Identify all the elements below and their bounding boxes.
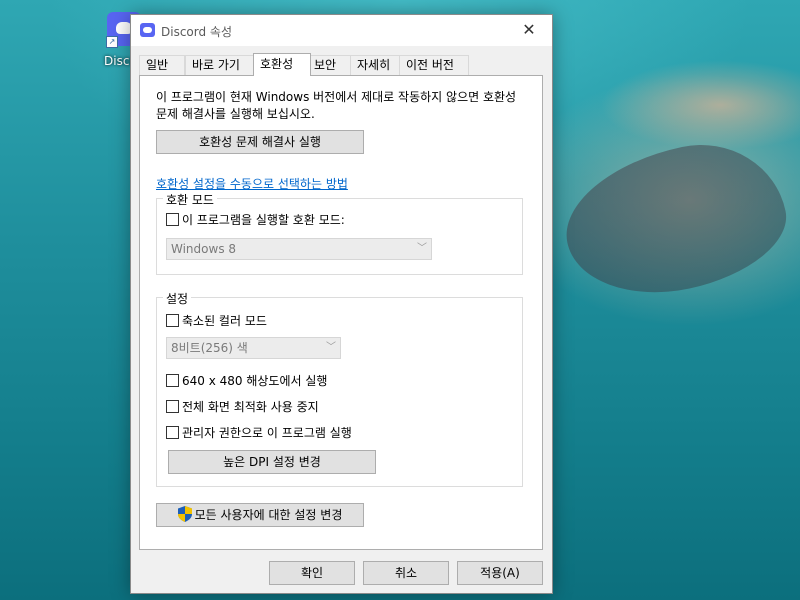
title-bar: Discord 속성 ✕ bbox=[131, 15, 552, 46]
checkbox-box bbox=[166, 213, 179, 226]
wallpaper-fin bbox=[552, 128, 798, 312]
tab-details[interactable]: 자세히 bbox=[350, 55, 404, 75]
compat-mode-group: 호환 모드 이 프로그램을 실행할 호환 모드: Windows 8 ﹀ bbox=[156, 191, 523, 275]
ok-button[interactable]: 확인 bbox=[269, 561, 355, 585]
color-mode-select[interactable]: 8비트(256) 색 ﹀ bbox=[166, 337, 341, 359]
intro-text: 이 프로그램이 현재 Windows 버전에서 제대로 작동하지 않으면 호환성… bbox=[156, 90, 517, 121]
checkbox-box bbox=[166, 426, 179, 439]
compat-mode-legend: 호환 모드 bbox=[163, 191, 217, 208]
chevron-down-icon: ﹀ bbox=[417, 243, 427, 254]
disable-fullscreen-opt-label: 전체 화면 최적화 사용 중지 bbox=[182, 400, 319, 414]
properties-window: Discord 속성 ✕ 일반 바로 가기 호환성 보안 자세히 이전 버전 이… bbox=[130, 14, 553, 594]
res-640-label: 640 x 480 해상도에서 실행 bbox=[182, 374, 328, 388]
run-as-admin-checkbox[interactable]: 관리자 권한으로 이 프로그램 실행 bbox=[166, 425, 352, 441]
color-mode-select-value: 8비트(256) 색 bbox=[171, 341, 248, 355]
tab-security[interactable]: 보안 bbox=[307, 55, 351, 75]
compat-mode-select-value: Windows 8 bbox=[171, 242, 237, 256]
checkbox-box bbox=[166, 314, 179, 327]
chevron-down-icon: ﹀ bbox=[326, 342, 336, 353]
settings-legend: 설정 bbox=[163, 290, 192, 307]
cancel-button[interactable]: 취소 bbox=[363, 561, 449, 585]
checkbox-box bbox=[166, 400, 179, 413]
high-dpi-settings-button[interactable]: 높은 DPI 설정 변경 bbox=[168, 450, 376, 474]
compat-mode-select[interactable]: Windows 8 ﹀ bbox=[166, 238, 432, 260]
all-users-button-label: 모든 사용자에 대한 설정 변경 bbox=[194, 508, 343, 522]
close-icon[interactable]: ✕ bbox=[506, 15, 552, 46]
run-as-admin-label: 관리자 권한으로 이 프로그램 실행 bbox=[182, 426, 352, 440]
discord-app-icon bbox=[140, 23, 155, 37]
tab-compatibility[interactable]: 호환성 bbox=[253, 53, 311, 76]
shortcut-arrow-icon: ↗ bbox=[106, 36, 118, 48]
disable-fullscreen-opt-checkbox[interactable]: 전체 화면 최적화 사용 중지 bbox=[166, 399, 319, 415]
uac-shield-icon bbox=[177, 506, 192, 522]
res-640-checkbox[interactable]: 640 x 480 해상도에서 실행 bbox=[166, 373, 327, 389]
checkbox-box bbox=[166, 374, 179, 387]
wallpaper-diver bbox=[600, 60, 800, 150]
run-troubleshooter-button[interactable]: 호환성 문제 해결사 실행 bbox=[156, 130, 364, 154]
window-title: Discord 속성 bbox=[161, 25, 233, 39]
compat-mode-checkbox-label: 이 프로그램을 실행할 호환 모드: bbox=[182, 213, 345, 227]
tab-general[interactable]: 일반 bbox=[139, 55, 185, 75]
compatibility-panel: 이 프로그램이 현재 Windows 버전에서 제대로 작동하지 않으면 호환성… bbox=[139, 75, 543, 550]
all-users-settings-button[interactable]: 모든 사용자에 대한 설정 변경 bbox=[156, 503, 364, 527]
manual-settings-link[interactable]: 호환성 설정을 수동으로 선택하는 방법 bbox=[156, 175, 348, 192]
compat-mode-checkbox[interactable]: 이 프로그램을 실행할 호환 모드: bbox=[166, 212, 345, 228]
tab-previous-versions[interactable]: 이전 버전 bbox=[399, 55, 469, 75]
reduced-color-checkbox[interactable]: 축소된 컬러 모드 bbox=[166, 313, 267, 329]
tab-shortcut[interactable]: 바로 가기 bbox=[185, 55, 255, 75]
settings-group: 설정 축소된 컬러 모드 8비트(256) 색 ﹀ 640 x 480 해상도에… bbox=[156, 290, 523, 487]
reduced-color-label: 축소된 컬러 모드 bbox=[182, 314, 267, 328]
apply-button[interactable]: 적용(A) bbox=[457, 561, 543, 585]
